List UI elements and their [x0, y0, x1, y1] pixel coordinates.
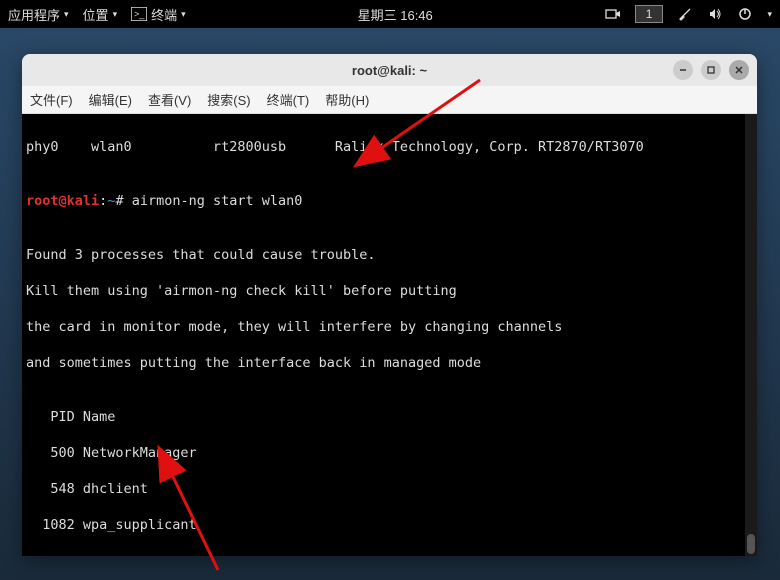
top-panel: 应用程序 ▾ 位置 ▾ >_ 终端 ▾ 星期三 16:46 1 [0, 0, 780, 28]
menu-view[interactable]: 查看(V) [148, 90, 191, 109]
applications-menu[interactable]: 应用程序 ▾ [8, 5, 69, 24]
workspace-indicator[interactable]: 1 [635, 5, 664, 23]
menu-terminal[interactable]: 终端(T) [267, 90, 310, 109]
menu-help[interactable]: 帮助(H) [325, 90, 369, 109]
menu-search[interactable]: 搜索(S) [207, 90, 250, 109]
scrollbar-thumb[interactable] [747, 534, 755, 554]
clock[interactable]: 星期三 16:46 [358, 5, 433, 24]
brush-icon[interactable] [677, 6, 693, 22]
terminal-body[interactable]: phy0 wlan0 rt2800usb Ralink Technology, … [22, 114, 757, 556]
close-button[interactable] [729, 60, 749, 80]
prompt-line: root@kali:~# airmon-ng start wlan0 [26, 192, 753, 210]
prompt-hash: # [115, 193, 131, 209]
output-line: phy0 wlan0 rt2800usb Ralink Technology, … [26, 138, 753, 156]
output-line: Kill them using 'airmon-ng check kill' b… [26, 282, 753, 300]
terminal-taskbar-label: 终端 [151, 5, 177, 24]
output-line: 500 NetworkManager [26, 444, 753, 462]
panel-left: 应用程序 ▾ 位置 ▾ >_ 终端 ▾ [8, 5, 186, 24]
maximize-button[interactable] [701, 60, 721, 80]
volume-icon[interactable] [707, 6, 723, 22]
command-text: airmon-ng start wlan0 [132, 193, 303, 209]
panel-center: 星期三 16:46 [358, 5, 433, 24]
chevron-down-icon: ▾ [64, 9, 69, 20]
output-line: 1082 wpa_supplicant [26, 516, 753, 534]
menu-file[interactable]: 文件(F) [30, 90, 73, 109]
window-controls [673, 60, 749, 80]
menubar: 文件(F) 编辑(E) 查看(V) 搜索(S) 终端(T) 帮助(H) [22, 86, 757, 114]
chevron-down-icon: ▾ [181, 9, 186, 20]
svg-text:>_: >_ [134, 9, 145, 19]
places-menu[interactable]: 位置 ▾ [83, 5, 118, 24]
terminal-taskbar-item[interactable]: >_ 终端 ▾ [131, 5, 186, 24]
applications-label: 应用程序 [8, 5, 60, 24]
terminal-icon: >_ [131, 6, 147, 22]
output-line: Found 3 processes that could cause troub… [26, 246, 753, 264]
prompt-user: root@kali [26, 193, 99, 209]
output-line: and sometimes putting the interface back… [26, 354, 753, 372]
output-line: PID Name [26, 408, 753, 426]
titlebar[interactable]: root@kali: ~ [22, 54, 757, 86]
terminal-window: root@kali: ~ 文件(F) 编辑(E) 查看(V) 搜索(S) 终端(… [22, 54, 757, 556]
places-label: 位置 [83, 5, 109, 24]
minimize-button[interactable] [673, 60, 693, 80]
scrollbar[interactable] [745, 114, 757, 556]
chevron-down-icon[interactable]: ▾ [767, 9, 772, 20]
camera-icon[interactable] [605, 6, 621, 22]
output-line: the card in monitor mode, they will inte… [26, 318, 753, 336]
power-icon[interactable] [737, 6, 753, 22]
output-line: 548 dhclient [26, 480, 753, 498]
panel-right: 1 ▾ [605, 5, 772, 23]
window-title: root@kali: ~ [352, 63, 427, 78]
menu-edit[interactable]: 编辑(E) [89, 90, 132, 109]
chevron-down-icon: ▾ [113, 9, 118, 20]
